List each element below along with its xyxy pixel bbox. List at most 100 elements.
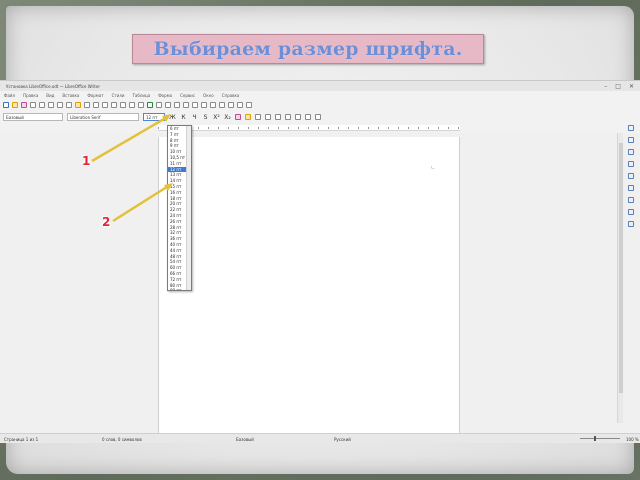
status-words: 0 слов, 0 символов bbox=[102, 437, 142, 442]
zoom-slider-knob[interactable] bbox=[594, 436, 596, 441]
comment-icon[interactable] bbox=[219, 102, 225, 108]
sidebar-gallery-icon[interactable] bbox=[628, 173, 634, 179]
menu-edit[interactable]: Правка bbox=[23, 93, 38, 98]
status-zoom[interactable]: 100 % bbox=[626, 437, 639, 442]
font-size-value: 12 пт bbox=[146, 114, 158, 120]
spellcheck-icon[interactable] bbox=[120, 102, 126, 108]
font-color-icon[interactable] bbox=[235, 114, 241, 120]
text-boundary-mark: ∟ bbox=[431, 165, 436, 171]
font-size-option[interactable]: 88 пт bbox=[168, 288, 188, 290]
track-changes-icon[interactable] bbox=[228, 102, 234, 108]
align-center-icon[interactable] bbox=[265, 114, 271, 120]
window-title: Установка LibreOffice.odt — LibreOffice … bbox=[6, 83, 100, 89]
save-icon[interactable] bbox=[21, 102, 27, 108]
font-size-option[interactable]: 10,5 пт bbox=[168, 155, 188, 161]
redo-icon[interactable] bbox=[102, 102, 108, 108]
slide-title-box: Выбираем размер шрифта. bbox=[132, 34, 484, 64]
clone-format-icon[interactable] bbox=[84, 102, 90, 108]
hyperlink-icon[interactable] bbox=[201, 102, 207, 108]
status-language[interactable]: Русский bbox=[334, 437, 351, 442]
slide-title: Выбираем размер шрифта. bbox=[153, 38, 463, 60]
zoom-slider[interactable] bbox=[580, 438, 620, 439]
align-right-icon[interactable] bbox=[275, 114, 281, 120]
menu-bar: Файл Правка Вид Вставка Формат Стили Таб… bbox=[0, 91, 640, 99]
insert-chart-icon[interactable] bbox=[156, 102, 162, 108]
menu-styles[interactable]: Стили bbox=[112, 93, 125, 98]
superscript-button[interactable]: X² bbox=[213, 114, 220, 121]
menu-view[interactable]: Вид bbox=[46, 93, 54, 98]
new-document-icon[interactable] bbox=[3, 102, 9, 108]
font-size-dropdown: 6 пт 7 пт 8 пт 9 пт 10 пт 10,5 пт 11 пт 12 пт 13… bbox=[167, 125, 192, 291]
footnote-icon[interactable] bbox=[210, 102, 216, 108]
underline-button[interactable]: Ч bbox=[191, 114, 198, 121]
insert-table-icon[interactable] bbox=[138, 102, 144, 108]
cut-icon[interactable] bbox=[57, 102, 63, 108]
export-pdf-icon[interactable] bbox=[30, 102, 36, 108]
menu-help[interactable]: Справка bbox=[222, 93, 240, 98]
sidebar-properties-icon[interactable] bbox=[628, 137, 634, 143]
strikethrough-button[interactable]: S bbox=[202, 114, 209, 121]
font-name-value: Liberation Serif bbox=[70, 114, 101, 120]
writer-window: Установка LibreOffice.odt — LibreOffice … bbox=[0, 80, 640, 443]
menu-format[interactable]: Формат bbox=[87, 93, 103, 98]
menu-form[interactable]: Форма bbox=[158, 93, 172, 98]
font-name-combo[interactable]: Liberation Serif bbox=[67, 113, 139, 121]
italic-button[interactable]: К bbox=[180, 114, 187, 121]
paste-icon[interactable] bbox=[75, 102, 81, 108]
insert-textbox-icon[interactable] bbox=[165, 102, 171, 108]
status-bar: Страница 1 из 1 0 слов, 0 символов Базов… bbox=[0, 433, 640, 443]
sidebar-find-icon[interactable] bbox=[628, 221, 634, 227]
window-controls: – □ ✕ bbox=[604, 83, 640, 90]
menu-file[interactable]: Файл bbox=[4, 93, 15, 98]
paragraph-style-value: Базовый bbox=[6, 114, 24, 120]
undo-icon[interactable] bbox=[93, 102, 99, 108]
sidebar-menu-icon[interactable] bbox=[628, 125, 634, 131]
menu-tools[interactable]: Сервис bbox=[180, 93, 195, 98]
font-size-combo[interactable]: 12 пт bbox=[143, 113, 165, 121]
font-size-dropdown-scrollbar[interactable] bbox=[186, 126, 191, 290]
subscript-button[interactable]: X₂ bbox=[224, 114, 231, 121]
sidebar-design-icon[interactable] bbox=[628, 209, 634, 215]
callout-number-1: 1 bbox=[82, 154, 91, 168]
bullet-list-icon[interactable] bbox=[295, 114, 301, 120]
scrollbar-thumb[interactable] bbox=[619, 143, 623, 393]
align-left-icon[interactable] bbox=[255, 114, 261, 120]
find-replace-icon[interactable] bbox=[111, 102, 117, 108]
minimize-button[interactable]: – bbox=[604, 83, 607, 90]
menu-insert[interactable]: Вставка bbox=[62, 93, 79, 98]
paragraph-style-combo[interactable]: Базовый bbox=[3, 113, 63, 121]
horizontal-ruler[interactable] bbox=[158, 125, 460, 131]
line-icon[interactable] bbox=[237, 102, 243, 108]
vertical-scrollbar[interactable] bbox=[617, 133, 623, 423]
open-folder-icon[interactable] bbox=[12, 102, 18, 108]
menu-window[interactable]: Окно bbox=[203, 93, 214, 98]
print-preview-icon[interactable] bbox=[48, 102, 54, 108]
special-character-icon[interactable] bbox=[192, 102, 198, 108]
close-button[interactable]: ✕ bbox=[629, 83, 634, 90]
window-titlebar: Установка LibreOffice.odt — LibreOffice … bbox=[0, 81, 640, 91]
shapes-icon[interactable] bbox=[246, 102, 252, 108]
bold-button[interactable]: Ж bbox=[169, 114, 176, 121]
menu-table[interactable]: Таблица bbox=[132, 93, 150, 98]
insert-image-icon[interactable] bbox=[147, 102, 153, 108]
copy-icon[interactable] bbox=[66, 102, 72, 108]
status-style[interactable]: Базовый bbox=[236, 437, 254, 442]
document-area: ∟ bbox=[0, 133, 640, 433]
page-break-icon[interactable] bbox=[174, 102, 180, 108]
insert-field-icon[interactable] bbox=[183, 102, 189, 108]
formatting-marks-icon[interactable] bbox=[129, 102, 135, 108]
line-spacing-icon[interactable] bbox=[315, 114, 321, 120]
maximize-button[interactable]: □ bbox=[615, 83, 621, 90]
document-page[interactable]: ∟ bbox=[158, 137, 460, 433]
sidebar-navigator-icon[interactable] bbox=[628, 185, 634, 191]
highlight-icon[interactable] bbox=[245, 114, 251, 120]
numbered-list-icon[interactable] bbox=[305, 114, 311, 120]
justify-icon[interactable] bbox=[285, 114, 291, 120]
sidebar-deck bbox=[624, 121, 638, 391]
ruler-ticks bbox=[158, 127, 460, 129]
print-icon[interactable] bbox=[39, 102, 45, 108]
sidebar-manage-changes-icon[interactable] bbox=[628, 197, 634, 203]
sidebar-styles-icon[interactable] bbox=[628, 161, 634, 167]
sidebar-page-icon[interactable] bbox=[628, 149, 634, 155]
status-page[interactable]: Страница 1 из 1 bbox=[4, 437, 38, 442]
